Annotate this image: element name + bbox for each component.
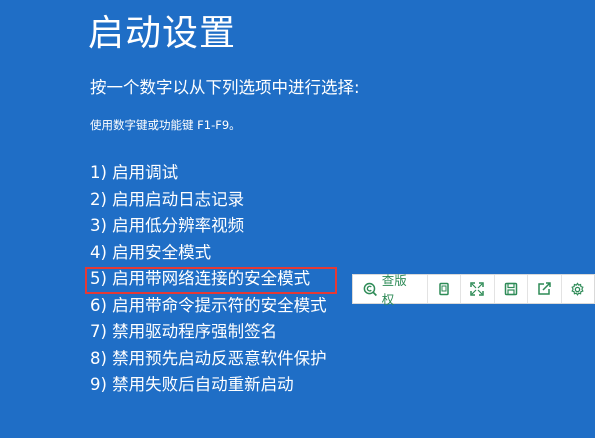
save-button[interactable] [495, 275, 529, 303]
share-icon [538, 282, 552, 295]
check-copyright-button[interactable]: 查版权 [353, 273, 428, 307]
option-enable-boot-logging[interactable]: 2) 启用启动日志记录 [90, 187, 327, 214]
page-title: 启动设置 [88, 13, 237, 54]
option-enable-safe-mode[interactable]: 4) 启用安全模式 [90, 240, 327, 267]
copy-icon [439, 282, 449, 296]
gear-icon [571, 281, 584, 296]
settings-button[interactable] [562, 275, 594, 303]
save-icon [504, 282, 518, 296]
selection-prompt: 按一个数字以从下列选项中进行选择: [90, 78, 360, 97]
highlight-box [85, 267, 337, 294]
copy-button[interactable] [428, 275, 462, 303]
option-enable-debugging[interactable]: 1) 启用调试 [90, 160, 327, 187]
option-disable-early-antimalware[interactable]: 8) 禁用预先启动反恶意软件保护 [90, 346, 327, 373]
image-toolbar: 查版权 [352, 273, 595, 307]
key-hint: 使用数字键或功能键 F1-F9。 [90, 118, 241, 132]
expand-button[interactable] [461, 275, 495, 303]
option-enable-low-resolution-video[interactable]: 3) 启用低分辨率视频 [90, 213, 327, 240]
startup-settings-screen: 启动设置 按一个数字以从下列选项中进行选择: 使用数字键或功能键 F1-F9。 … [0, 0, 595, 438]
check-copyright-label: 查版权 [381, 273, 407, 307]
option-safe-mode-command-prompt[interactable]: 6) 启用带命令提示符的安全模式 [90, 293, 327, 320]
share-button[interactable] [528, 275, 562, 303]
copyright-search-icon [363, 282, 377, 296]
option-disable-driver-signature[interactable]: 7) 禁用驱动程序强制签名 [90, 319, 327, 346]
expand-icon [470, 282, 485, 296]
option-disable-auto-restart[interactable]: 9) 禁用失败后自动重新启动 [90, 372, 327, 399]
